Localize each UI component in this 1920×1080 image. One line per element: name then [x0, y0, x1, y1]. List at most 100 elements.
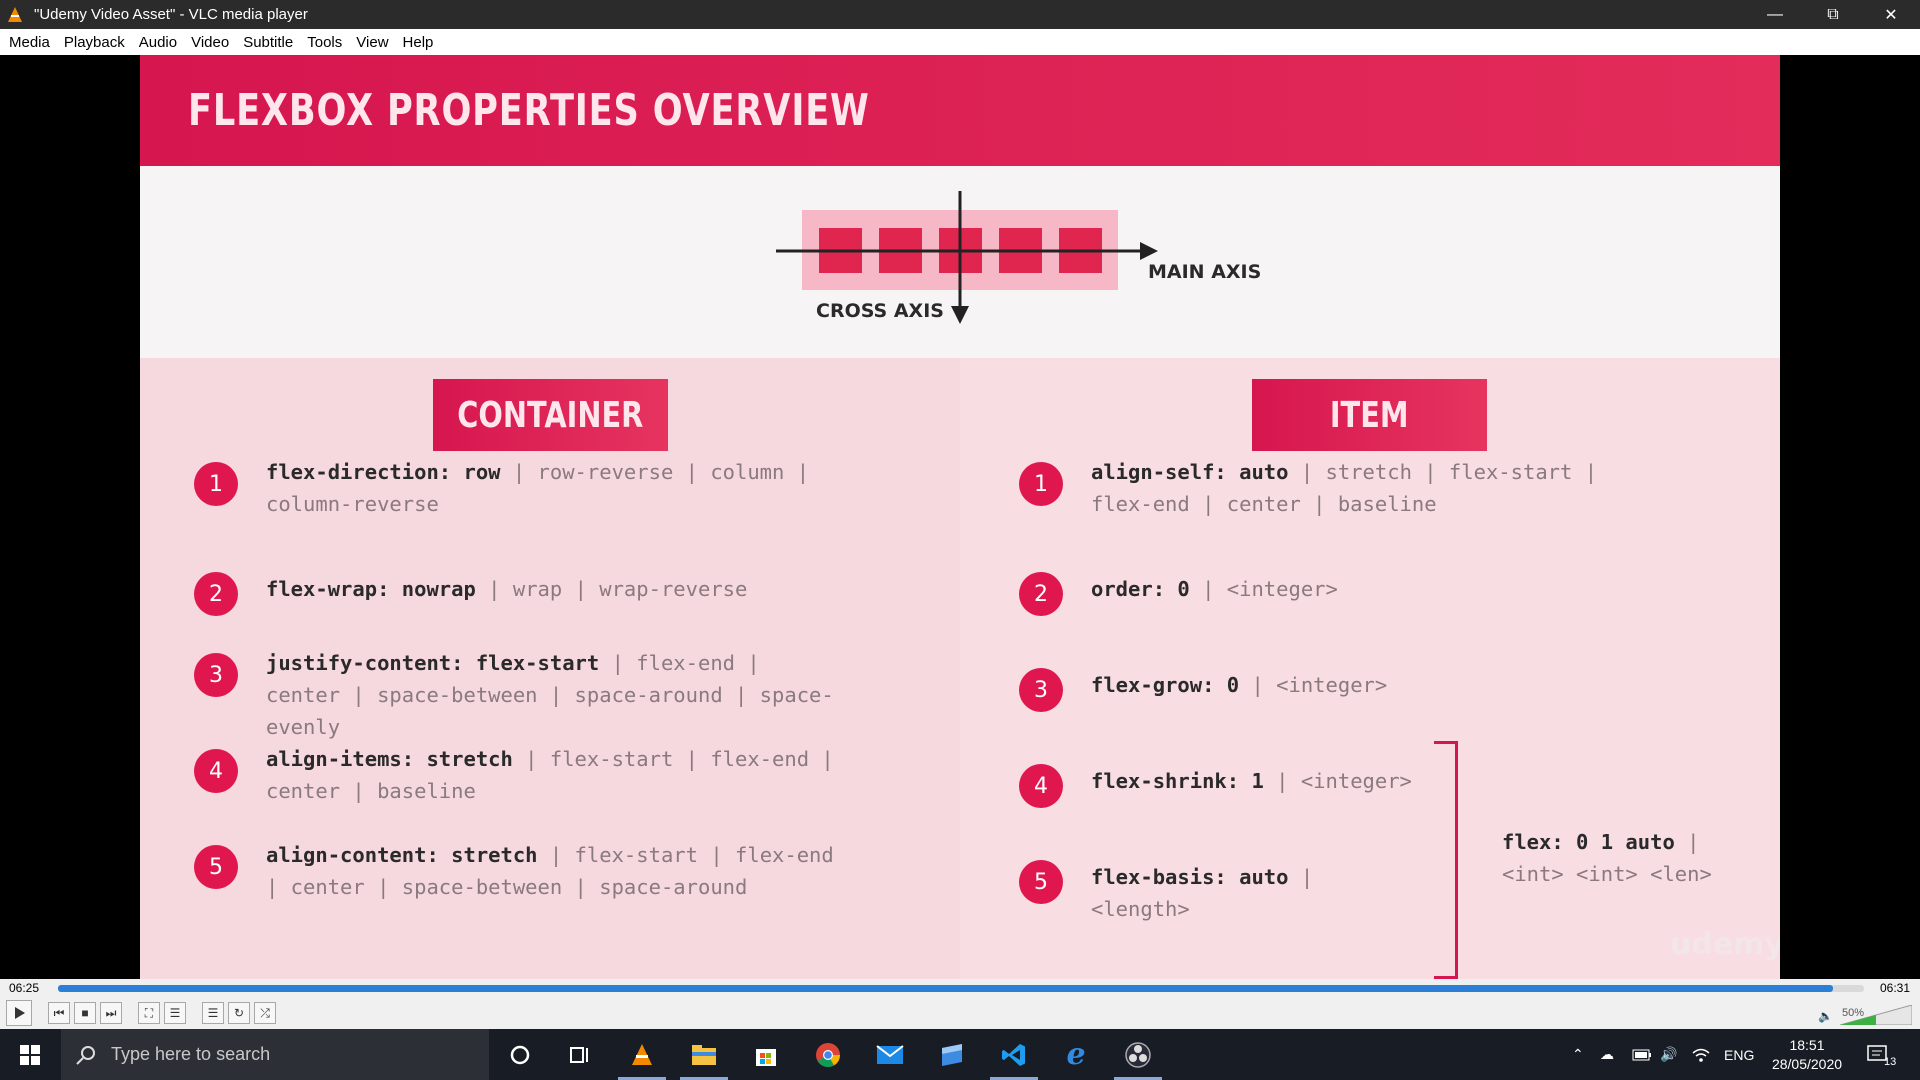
step-number: 1 — [194, 462, 238, 506]
playlist-button[interactable]: ☰ — [202, 1002, 224, 1024]
taskbar-chrome[interactable] — [798, 1029, 858, 1080]
taskbar-vscode[interactable] — [984, 1029, 1044, 1080]
chrome-icon — [816, 1042, 840, 1067]
taskbar-file-explorer[interactable] — [674, 1029, 734, 1080]
previous-button[interactable]: ⏮ — [48, 1002, 70, 1024]
battery-icon — [1632, 1049, 1651, 1060]
cloud-icon: ☁ — [1600, 1046, 1614, 1062]
system-clock[interactable]: 18:51 28/05/2020 — [1766, 1036, 1848, 1074]
taskbar-mail[interactable] — [860, 1029, 920, 1080]
search-placeholder: Type here to search — [111, 1044, 271, 1064]
restore-button[interactable]: ⧉ — [1804, 0, 1862, 29]
slide-title: FLEXBOX PROPERTIES OVERVIEW — [188, 85, 870, 136]
menu-video[interactable]: Video — [184, 34, 236, 51]
task-view-icon — [570, 1046, 588, 1063]
menu-audio[interactable]: Audio — [132, 34, 184, 51]
container-prop-4: 4 align-items: stretch | flex-start | fl… — [194, 747, 834, 807]
cortana-button[interactable] — [490, 1029, 550, 1080]
playlist-icon: ☰ — [207, 1006, 219, 1020]
player-controls: 06:25 06:31 ⏮ ■ ⏭ ⛶ ☰ ☰ ↻ ⤮ 🔈 50% — [0, 979, 1920, 1029]
speaker-icon[interactable]: 🔈 — [1818, 1009, 1833, 1023]
vscode-icon — [1002, 1043, 1025, 1066]
windows-icon — [20, 1044, 40, 1065]
onedrive-tray[interactable]: ☁ — [1600, 1029, 1614, 1080]
menu-playback[interactable]: Playback — [57, 34, 132, 51]
axis-diagram: MAIN AXIS CROSS AXIS — [140, 166, 1780, 358]
menu-help[interactable]: Help — [396, 34, 441, 51]
close-button[interactable]: ✕ — [1862, 0, 1920, 29]
seek-bar[interactable] — [58, 985, 1864, 992]
task-view-button[interactable] — [550, 1029, 610, 1080]
taskbar-edge[interactable]: e — [1046, 1029, 1106, 1080]
item-prop-4: 4 flex-shrink: 1 | <integer> — [1019, 764, 1419, 808]
show-hidden-icons[interactable]: ⌃ — [1572, 1029, 1584, 1080]
window-titlebar: "Udemy Video Asset" - VLC media player —… — [0, 0, 1920, 29]
taskbar-store[interactable] — [736, 1029, 796, 1080]
udemy-watermark: udemy — [1670, 927, 1780, 962]
vlc-icon — [8, 6, 22, 22]
video-area[interactable]: FLEXBOX PROPERTIES OVERVIEW MAIN AXIS CR… — [0, 55, 1920, 979]
start-button[interactable] — [0, 1029, 60, 1080]
edge-icon: e — [1066, 1037, 1086, 1072]
action-center[interactable]: 13 — [1866, 1029, 1896, 1080]
taskbar-app[interactable] — [922, 1029, 982, 1080]
item-prop-3: 3 flex-grow: 0 | <integer> — [1019, 668, 1419, 712]
step-number: 4 — [194, 749, 238, 793]
volume-slider[interactable] — [1840, 1005, 1912, 1025]
taskbar-search[interactable]: Type here to search — [61, 1029, 489, 1080]
shuffle-button[interactable]: ⤮ — [254, 1002, 276, 1024]
container-prop-1: 1 flex-direction: row | row-reverse | co… — [194, 460, 834, 520]
main-axis-label: MAIN AXIS — [1148, 261, 1262, 283]
step-number: 5 — [1019, 860, 1063, 904]
speaker-icon: 🔊 — [1660, 1046, 1678, 1062]
folder-icon — [692, 1044, 716, 1065]
loop-icon: ↻ — [233, 1006, 245, 1020]
clock-date: 28/05/2020 — [1771, 1056, 1843, 1072]
app-icon — [942, 1043, 962, 1066]
menu-subtitle[interactable]: Subtitle — [236, 34, 300, 51]
item-prop-2: 2 order: 0 | <integer> — [1019, 572, 1659, 616]
next-icon: ⏭ — [105, 1005, 117, 1020]
slide: FLEXBOX PROPERTIES OVERVIEW MAIN AXIS CR… — [140, 55, 1780, 979]
minimize-button[interactable]: — — [1746, 0, 1804, 29]
item-prop-1: 1 align-self: auto | stretch | flex-star… — [1019, 460, 1659, 520]
axis-diagram-svg — [776, 191, 1158, 324]
total-time: 06:31 — [1880, 981, 1911, 995]
notification-count: 13 — [1884, 1055, 1897, 1068]
volume-tray[interactable]: 🔊 — [1660, 1029, 1677, 1080]
next-button[interactable]: ⏭ — [100, 1002, 122, 1024]
extended-settings-button[interactable]: ☰ — [164, 1002, 186, 1024]
step-number: 3 — [1019, 668, 1063, 712]
step-number: 1 — [1019, 462, 1063, 506]
menu-bar: Media Playback Audio Video Subtitle Tool… — [0, 29, 1920, 55]
properties-panel: CONTAINER ITEM 1 flex-direction: row | r… — [140, 358, 1780, 979]
windows-taskbar: Type here to search e ⌃ ☁ 🔊 ENG 18:51 28… — [0, 1029, 1920, 1080]
menu-tools[interactable]: Tools — [300, 34, 349, 51]
cortana-icon — [510, 1045, 530, 1064]
step-number: 4 — [1019, 764, 1063, 808]
loop-button[interactable]: ↻ — [228, 1002, 250, 1024]
step-number: 2 — [1019, 572, 1063, 616]
fullscreen-button[interactable]: ⛶ — [138, 1002, 160, 1024]
container-heading: CONTAINER — [433, 379, 668, 451]
shuffle-icon: ⤮ — [260, 1005, 270, 1020]
stop-icon: ■ — [81, 1006, 89, 1020]
stop-button[interactable]: ■ — [74, 1002, 96, 1024]
chevron-up-icon: ⌃ — [1572, 1046, 1584, 1062]
container-prop-5: 5 align-content: stretch | flex-start | … — [194, 843, 834, 903]
play-button[interactable] — [6, 1000, 32, 1026]
window-title: "Udemy Video Asset" - VLC media player — [34, 6, 308, 23]
flex-bracket — [1434, 741, 1458, 979]
menu-view[interactable]: View — [349, 34, 395, 51]
clock-time: 18:51 — [1789, 1037, 1825, 1053]
item-heading: ITEM — [1252, 379, 1487, 451]
fullscreen-icon: ⛶ — [144, 1005, 154, 1020]
language-indicator[interactable]: ENG — [1724, 1029, 1754, 1080]
taskbar-vlc[interactable] — [612, 1029, 672, 1080]
obs-icon — [1125, 1041, 1151, 1068]
network-tray[interactable] — [1692, 1029, 1710, 1080]
menu-media[interactable]: Media — [2, 34, 57, 51]
battery-tray[interactable] — [1632, 1029, 1652, 1080]
store-icon — [756, 1048, 776, 1066]
taskbar-obs[interactable] — [1108, 1029, 1168, 1080]
